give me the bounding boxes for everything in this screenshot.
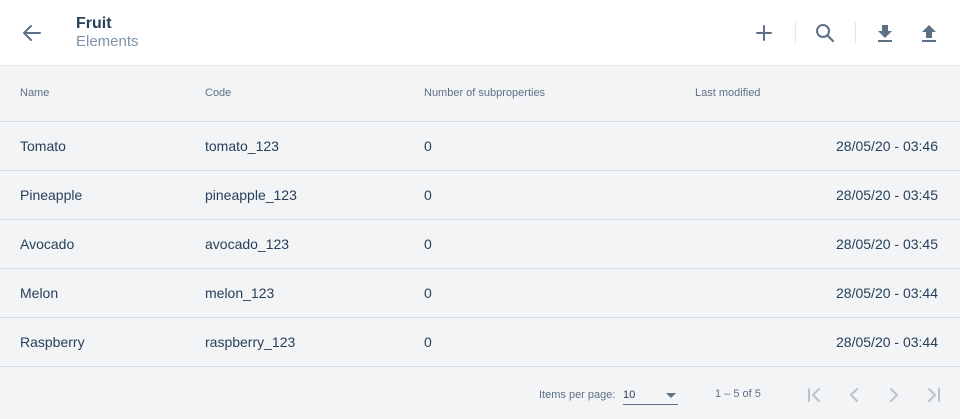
cell-subproperties: 0 xyxy=(424,138,432,154)
items-per-page-value: 10 xyxy=(623,389,636,401)
arrow-left-icon xyxy=(23,25,41,41)
search-icon xyxy=(816,24,835,43)
items-per-page-label: Items per page: xyxy=(539,389,616,401)
toolbar-divider xyxy=(855,22,856,44)
search-button[interactable] xyxy=(813,21,837,45)
page-subtitle: Elements xyxy=(76,33,139,50)
last-page-button[interactable] xyxy=(922,383,946,407)
cell-last-modified: 28/05/20 - 03:44 xyxy=(836,334,938,350)
cell-subproperties: 0 xyxy=(424,187,432,203)
add-button[interactable] xyxy=(752,21,776,45)
column-header-subproperties[interactable]: Number of subproperties xyxy=(424,87,545,99)
cell-code: pineapple_123 xyxy=(205,187,297,203)
items-per-page-select[interactable]: 10 xyxy=(623,386,678,405)
table-row[interactable]: Raspberry raspberry_123 0 28/05/20 - 03:… xyxy=(0,318,960,367)
cell-code: raspberry_123 xyxy=(205,334,296,350)
cell-last-modified: 28/05/20 - 03:44 xyxy=(836,285,938,301)
toolbar-divider xyxy=(795,22,796,44)
cell-subproperties: 0 xyxy=(424,236,432,252)
cell-subproperties: 0 xyxy=(424,285,432,301)
upload-button[interactable] xyxy=(917,21,941,45)
page-title: Fruit xyxy=(76,15,112,32)
column-header-last-modified[interactable]: Last modified xyxy=(695,87,760,99)
cell-code: melon_123 xyxy=(205,285,275,301)
column-header-name[interactable]: Name xyxy=(20,87,49,99)
back-button[interactable] xyxy=(20,21,44,45)
cell-name: Tomato xyxy=(20,138,66,154)
page-range-label: 1 – 5 of 5 xyxy=(715,388,761,400)
table-row[interactable]: Pineapple pineapple_123 0 28/05/20 - 03:… xyxy=(0,171,960,220)
plus-icon xyxy=(756,25,772,41)
cell-code: tomato_123 xyxy=(205,138,279,154)
cell-last-modified: 28/05/20 - 03:45 xyxy=(836,187,938,203)
download-button[interactable] xyxy=(873,21,897,45)
caret-down-icon xyxy=(666,393,676,398)
previous-page-button[interactable] xyxy=(842,383,866,407)
next-page-button[interactable] xyxy=(882,383,906,407)
title-block: Fruit Elements xyxy=(76,15,139,51)
paginator: Items per page: 10 1 – 5 of 5 xyxy=(0,367,960,419)
download-icon xyxy=(878,25,892,42)
column-header-code[interactable]: Code xyxy=(205,87,231,99)
table-row[interactable]: Melon melon_123 0 28/05/20 - 03:44 xyxy=(0,269,960,318)
page-header: Fruit Elements xyxy=(0,0,960,66)
cell-last-modified: 28/05/20 - 03:46 xyxy=(836,138,938,154)
table-row[interactable]: Avocado avocado_123 0 28/05/20 - 03:45 xyxy=(0,220,960,269)
cell-subproperties: 0 xyxy=(424,334,432,350)
previous-page-icon xyxy=(850,388,858,402)
next-page-icon xyxy=(890,388,898,402)
cell-name: Avocado xyxy=(20,236,75,252)
elements-table: Name Code Number of subproperties Last m… xyxy=(0,66,960,367)
first-page-icon xyxy=(808,388,820,402)
upload-icon xyxy=(922,25,936,42)
table-row[interactable]: Tomato tomato_123 0 28/05/20 - 03:46 xyxy=(0,122,960,171)
cell-code: avocado_123 xyxy=(205,236,290,252)
cell-name: Melon xyxy=(20,285,59,301)
cell-name: Pineapple xyxy=(20,187,83,203)
cell-name: Raspberry xyxy=(20,334,85,350)
first-page-button[interactable] xyxy=(802,383,826,407)
last-page-icon xyxy=(928,388,940,402)
cell-last-modified: 28/05/20 - 03:45 xyxy=(836,236,938,252)
table-header: Name Code Number of subproperties Last m… xyxy=(0,66,960,122)
